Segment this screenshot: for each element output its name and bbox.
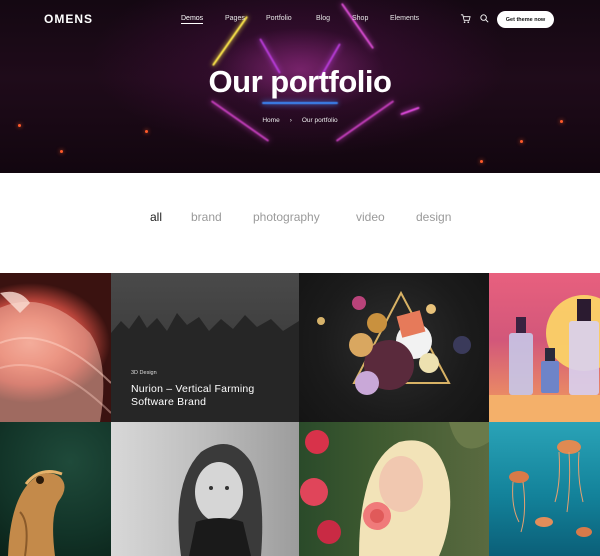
portfolio-item-portrait[interactable]	[111, 422, 299, 556]
portfolio-item-lizard[interactable]	[0, 422, 111, 556]
portfolio-filters: all brand photography video design	[0, 210, 600, 232]
nav-item-pages[interactable]: Pages	[225, 15, 245, 22]
spark	[480, 160, 483, 163]
top-navigation: OMENS Demos Pages Portfolio Blog Shop El…	[0, 0, 600, 40]
portfolio-item-flower-woman[interactable]	[299, 422, 489, 556]
flamingo-image	[0, 291, 111, 422]
hero-section: OMENS Demos Pages Portfolio Blog Shop El…	[0, 0, 600, 173]
featured-title-line1: Nurion – Vertical Farming	[131, 383, 255, 395]
nav-item-portfolio[interactable]: Portfolio	[266, 15, 292, 22]
portfolio-item-3d-spheres[interactable]	[299, 273, 489, 422]
search-icon[interactable]	[479, 13, 490, 24]
breadcrumb: Home › Our portfolio	[0, 117, 600, 124]
spark	[520, 140, 523, 143]
nav-item-blog[interactable]: Blog	[316, 15, 330, 22]
get-theme-button[interactable]: Get theme now	[497, 11, 554, 28]
lizard-image	[8, 470, 65, 556]
nav-item-demos[interactable]: Demos	[181, 15, 204, 24]
filter-design[interactable]: design	[416, 210, 451, 224]
3d-spheres-image	[317, 290, 471, 395]
featured-category: 3D Design	[131, 370, 157, 376]
portfolio-item-cosmetic-bottles[interactable]	[489, 273, 600, 422]
filter-all[interactable]: all	[150, 210, 162, 224]
featured-title-line2: Software Brand	[131, 396, 207, 408]
featured-title[interactable]: Nurion – Vertical Farming Software Brand	[131, 383, 254, 409]
breadcrumb-home[interactable]: Home	[262, 117, 279, 124]
woman-with-flower-image	[300, 422, 489, 556]
nav-item-elements[interactable]: Elements	[390, 15, 419, 22]
spark	[18, 124, 21, 127]
filter-photography[interactable]: photography	[253, 210, 320, 224]
spark	[60, 150, 63, 153]
neon-beam	[400, 106, 420, 116]
portfolio-item-featured[interactable]: 3D Design Nurion – Vertical Farming Soft…	[111, 273, 299, 422]
logo[interactable]: OMENS	[44, 12, 93, 26]
filter-video[interactable]: video	[356, 210, 385, 224]
woman-portrait-image	[178, 444, 263, 556]
cosmetic-bottles-image	[489, 295, 600, 422]
cart-icon[interactable]	[460, 13, 471, 24]
nav-item-shop[interactable]: Shop	[352, 15, 368, 22]
jellyfish-image	[509, 440, 592, 537]
page-title: Our portfolio	[208, 64, 392, 99]
neon-beam	[262, 102, 338, 104]
breadcrumb-current: Our portfolio	[301, 117, 338, 124]
spark	[145, 130, 148, 133]
portfolio-item-flamingo[interactable]	[0, 273, 111, 422]
filter-brand[interactable]: brand	[191, 210, 222, 224]
breadcrumb-separator: ›	[289, 117, 292, 124]
portfolio-item-jellyfish[interactable]	[489, 422, 600, 556]
